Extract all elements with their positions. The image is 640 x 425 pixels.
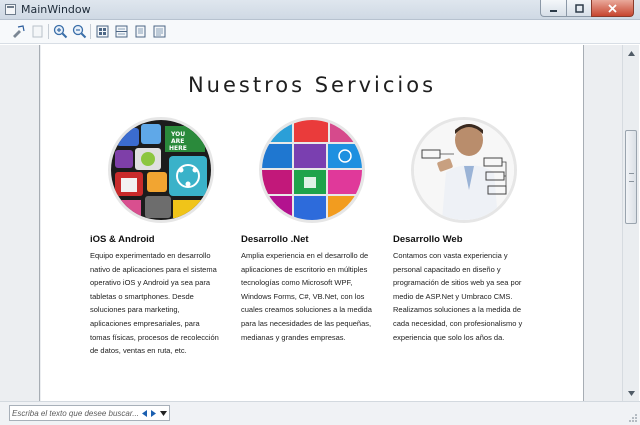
scroll-down-button[interactable] (623, 385, 640, 401)
minimize-button[interactable] (540, 0, 566, 17)
view-single-page-button[interactable] (132, 23, 149, 40)
search-options-dropdown[interactable] (158, 407, 168, 419)
close-button[interactable] (591, 0, 634, 17)
view-full-page-button[interactable] (94, 23, 111, 40)
document-margin-left (0, 45, 41, 401)
copy-button[interactable] (10, 23, 27, 40)
search-input[interactable] (12, 406, 140, 420)
windows-tiles-image (259, 117, 365, 223)
document-margin-right (583, 45, 622, 401)
page-title: Nuestros Servicios (187, 73, 437, 97)
view-document-button[interactable] (151, 23, 168, 40)
search-bar (0, 401, 640, 425)
search-box (9, 405, 170, 421)
service-description: Contamos con vasta experiencia y persona… (393, 251, 523, 342)
window-title: MainWindow (21, 3, 91, 16)
copy-icon (13, 25, 25, 38)
maximize-icon (574, 3, 584, 13)
view-full-page-icon (96, 25, 109, 38)
mobile-apps-image: YOU ARE HERE (108, 117, 214, 223)
service-heading: Desarrollo .Net (241, 234, 309, 245)
paste-icon (32, 25, 43, 38)
arrow-left-icon (142, 409, 147, 417)
vertical-scrollbar[interactable] (622, 45, 639, 401)
window-icon (5, 4, 16, 15)
service-ios-android: YOU ARE HERE iOS & Android Equipo experi… (90, 117, 240, 355)
zoom-out-icon (72, 24, 87, 39)
maximize-button[interactable] (566, 0, 591, 17)
close-icon (608, 3, 617, 13)
chevron-down-icon (159, 410, 167, 416)
svg-text:YOU: YOU (170, 131, 185, 138)
scrollbar-thumb[interactable] (625, 130, 637, 224)
view-single-page-icon (135, 25, 146, 38)
svg-text:ARE: ARE (171, 138, 184, 145)
resize-grip-icon[interactable] (628, 413, 638, 423)
arrow-right-icon (151, 409, 156, 417)
svg-text:HERE: HERE (169, 145, 187, 152)
zoom-in-button[interactable] (52, 23, 69, 40)
minimize-icon (550, 9, 557, 12)
web-development-image (411, 117, 517, 223)
scroll-down-icon (628, 390, 635, 396)
service-heading: iOS & Android (90, 234, 155, 245)
scroll-up-button[interactable] (623, 45, 640, 61)
service-web: Desarrollo Web Contamos con vasta experi… (393, 117, 543, 342)
view-two-pages-icon (115, 25, 128, 38)
service-heading: Desarrollo Web (393, 234, 463, 245)
view-two-pages-button[interactable] (113, 23, 130, 40)
toolbar (0, 20, 640, 44)
window-controls (540, 0, 634, 17)
zoom-in-icon (53, 24, 68, 39)
service-net: Desarrollo .Net Amplia experiencia en el… (241, 117, 391, 342)
service-description: Equipo experimentado en desarrollo nativ… (90, 251, 219, 356)
title-bar: MainWindow (0, 0, 640, 20)
search-previous-button[interactable] (140, 407, 149, 419)
view-document-icon (153, 25, 166, 38)
document-page: Nuestros Servicios YOU ARE HERE iOS & An… (41, 45, 583, 401)
zoom-out-button[interactable] (71, 23, 88, 40)
service-description: Amplia experiencia en el desarrollo de a… (241, 251, 372, 342)
search-next-button[interactable] (149, 407, 158, 419)
scroll-up-icon (628, 50, 635, 56)
paste-button[interactable] (29, 23, 46, 40)
